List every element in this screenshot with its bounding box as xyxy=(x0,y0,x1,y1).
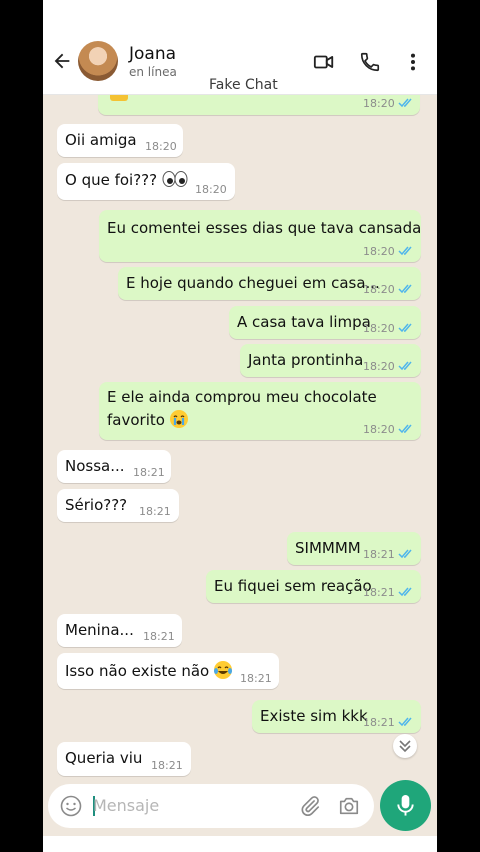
message-outgoing[interactable]: Existe sim kkk 18:21 xyxy=(252,700,421,733)
message-text: favorito xyxy=(107,411,165,429)
read-receipt-icon xyxy=(398,424,412,434)
message-text: Janta prontinha xyxy=(248,351,364,369)
message-time: 18:21 xyxy=(240,672,272,685)
message-input[interactable]: Mensaje xyxy=(93,796,159,815)
message-time: 18:20 xyxy=(363,283,395,296)
message-text: A casa tava limpa xyxy=(237,313,371,331)
eyes-emoji xyxy=(162,171,188,187)
message-incoming[interactable]: Isso não existe não 18:21 xyxy=(57,653,279,689)
attach-icon[interactable] xyxy=(299,795,321,817)
message-incoming[interactable]: Menina... 18:21 xyxy=(57,614,182,647)
video-call-icon[interactable] xyxy=(313,51,335,73)
phone-screen: Joana en línea Fake Chat 18:20 Oii amiga… xyxy=(43,0,437,852)
read-receipt-icon xyxy=(398,361,412,371)
message-time: 18:21 xyxy=(363,548,395,561)
folded-hands-emoji xyxy=(110,95,128,101)
message-text: Isso não existe não xyxy=(65,662,210,680)
message-time: 18:21 xyxy=(363,716,395,729)
message-incoming[interactable]: Queria viu 18:21 xyxy=(57,742,191,776)
message-time: 18:21 xyxy=(143,630,175,643)
message-text: Existe sim kkk xyxy=(260,707,368,725)
voice-record-button[interactable] xyxy=(380,780,431,831)
message-text: Eu fiquei sem reação xyxy=(214,577,372,595)
message-time: 18:21 xyxy=(363,586,395,599)
message-text: E hoje quando cheguei em casa... xyxy=(126,274,380,292)
message-text: Queria viu xyxy=(65,749,143,767)
message-outgoing[interactable]: A casa tava limpa 18:20 xyxy=(229,306,421,339)
message-time: 18:20 xyxy=(363,97,395,110)
message-text: O que foi??? xyxy=(65,171,158,189)
tears-of-joy-emoji xyxy=(214,661,233,679)
message-text: Menina... xyxy=(65,621,134,639)
contact-name[interactable]: Joana xyxy=(129,44,176,64)
message-composer[interactable]: Mensaje xyxy=(48,784,374,828)
message-time: 18:20 xyxy=(195,183,227,196)
more-vert-icon[interactable] xyxy=(405,51,421,73)
message-text: Oii amiga xyxy=(65,131,137,149)
message-incoming[interactable]: O que foi??? 18:20 xyxy=(57,163,235,200)
message-outgoing[interactable]: E hoje quando cheguei em casa... 18:20 xyxy=(118,267,421,300)
message-outgoing[interactable]: Janta prontinha 18:20 xyxy=(240,344,421,377)
message-time: 18:20 xyxy=(363,322,395,335)
message-outgoing[interactable]: Eu fiquei sem reação 18:21 xyxy=(206,570,421,603)
avatar[interactable] xyxy=(78,41,118,81)
system-nav-bar xyxy=(43,836,437,852)
presence-status: en línea xyxy=(129,65,177,79)
back-arrow-icon[interactable] xyxy=(51,50,73,72)
read-receipt-icon xyxy=(398,246,412,256)
mic-icon xyxy=(397,794,414,816)
read-receipt-icon xyxy=(398,717,412,727)
message-text: SIMMMM xyxy=(295,539,361,557)
message-time: 18:20 xyxy=(363,245,395,258)
read-receipt-icon xyxy=(398,98,412,108)
watermark-label: Fake Chat xyxy=(206,77,281,93)
message-outgoing[interactable]: 18:20 xyxy=(98,95,420,115)
message-outgoing[interactable]: SIMMMM 18:21 xyxy=(287,532,421,565)
message-text: Sério??? xyxy=(65,496,128,514)
message-incoming[interactable]: Oii amiga 18:20 xyxy=(57,124,183,157)
message-text: Eu comentei esses dias que tava cansada xyxy=(107,219,422,237)
status-bar xyxy=(43,0,437,36)
read-receipt-icon xyxy=(398,284,412,294)
message-time: 18:20 xyxy=(363,360,395,373)
camera-icon[interactable] xyxy=(338,795,360,817)
scroll-to-bottom-button[interactable] xyxy=(393,734,417,758)
message-time: 18:20 xyxy=(363,423,395,436)
read-receipt-icon xyxy=(398,587,412,597)
phone-call-icon[interactable] xyxy=(359,51,381,73)
message-time: 18:20 xyxy=(145,140,177,153)
emoji-icon[interactable] xyxy=(60,795,82,817)
read-receipt-icon xyxy=(398,323,412,333)
message-incoming[interactable]: Sério??? 18:21 xyxy=(57,489,179,522)
message-time: 18:21 xyxy=(139,505,171,518)
message-time: 18:21 xyxy=(151,759,183,772)
message-list[interactable]: 18:20 Oii amiga 18:20 O que foi??? 18:20… xyxy=(43,95,437,780)
message-outgoing[interactable]: E ele ainda comprou meu chocolate favori… xyxy=(99,382,421,440)
message-outgoing[interactable]: Eu comentei esses dias que tava cansada … xyxy=(99,210,421,262)
loudly-crying-face-emoji xyxy=(169,410,188,428)
message-incoming[interactable]: Nossa... 18:21 xyxy=(57,450,171,483)
read-receipt-icon xyxy=(398,549,412,559)
message-time: 18:21 xyxy=(133,466,165,479)
message-text: E ele ainda comprou meu chocolate xyxy=(107,388,377,406)
chevron-double-down-icon xyxy=(399,740,411,753)
message-text: Nossa... xyxy=(65,457,125,475)
